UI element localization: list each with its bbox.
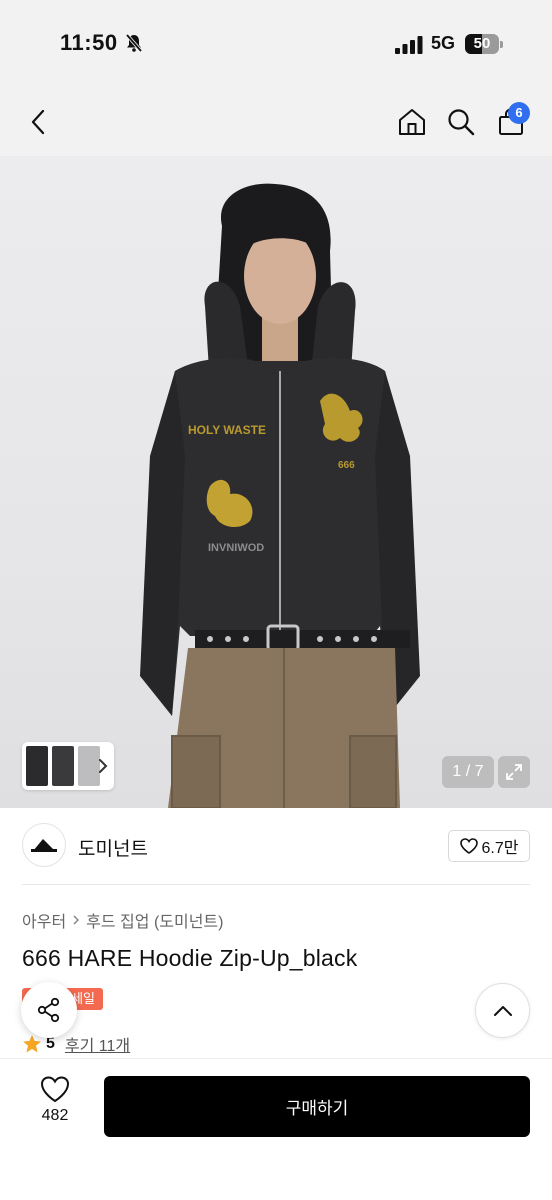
review-link[interactable]: 후기 11개	[65, 1032, 130, 1056]
breadcrumb-subcategory[interactable]: 후드 집업 (도미넌트)	[86, 908, 223, 932]
breadcrumb-category[interactable]: 아우터	[22, 908, 66, 932]
expand-icon	[506, 764, 522, 780]
brand-like-button[interactable]: 6.7만	[448, 830, 530, 862]
back-button[interactable]	[20, 102, 56, 142]
nav-header	[0, 90, 552, 156]
heart-icon	[40, 1076, 70, 1103]
brand-name[interactable]: 도미넌트	[78, 834, 148, 861]
svg-text:666: 666	[338, 460, 355, 471]
svg-text:INVNIWOD: INVNIWOD	[208, 542, 264, 554]
search-icon	[448, 109, 475, 136]
wishlist-count: 482	[41, 1107, 69, 1124]
chevron-left-icon	[31, 109, 45, 135]
brand-logo-icon	[31, 839, 57, 852]
divider	[22, 884, 530, 885]
model-photo: HOLY WASTE 666 INVNIWOD	[140, 183, 420, 808]
search-button[interactable]	[443, 102, 479, 142]
battery-indicator: 50	[465, 34, 503, 54]
product-image[interactable]: HOLY WASTE 666 INVNIWOD	[0, 156, 552, 808]
svg-text:HOLY WASTE: HOLY WASTE	[188, 423, 266, 437]
image-counter: 1 / 7	[442, 756, 494, 788]
thumbnail-strip[interactable]	[22, 742, 114, 790]
battery-level: 50	[473, 35, 491, 52]
home-button[interactable]	[394, 102, 430, 142]
share-button[interactable]	[21, 982, 77, 1038]
product-title: 666 HARE Hoodie Zip-Up_black	[22, 945, 358, 971]
thumbnail-image[interactable]	[26, 746, 48, 786]
buy-button[interactable]: 구매하기	[104, 1076, 530, 1137]
star-icon	[23, 1035, 41, 1053]
cart-count-badge: 6	[508, 102, 530, 124]
status-time: 11:50	[60, 30, 118, 55]
wishlist-button[interactable]: 482	[22, 1076, 88, 1136]
home-icon	[399, 109, 425, 135]
chevron-up-icon	[493, 1005, 512, 1016]
cellular-signal-icon	[395, 36, 423, 54]
breadcrumb: 아우터 후드 집업 (도미넌트)	[22, 908, 223, 932]
thumbnail-image[interactable]	[52, 746, 74, 786]
chevron-right-icon	[99, 759, 108, 773]
brand-like-count: 6.7만	[481, 840, 519, 857]
bell-slash-icon	[125, 33, 143, 53]
network-type: 5G	[431, 33, 456, 53]
fullscreen-button[interactable]	[498, 756, 530, 788]
status-bar: 11:50 5G 50	[0, 0, 552, 90]
chevron-right-icon	[73, 915, 80, 925]
share-icon	[37, 997, 60, 1023]
scroll-top-button[interactable]	[475, 983, 530, 1038]
heart-icon	[459, 838, 478, 854]
brand-logo[interactable]	[22, 823, 66, 867]
